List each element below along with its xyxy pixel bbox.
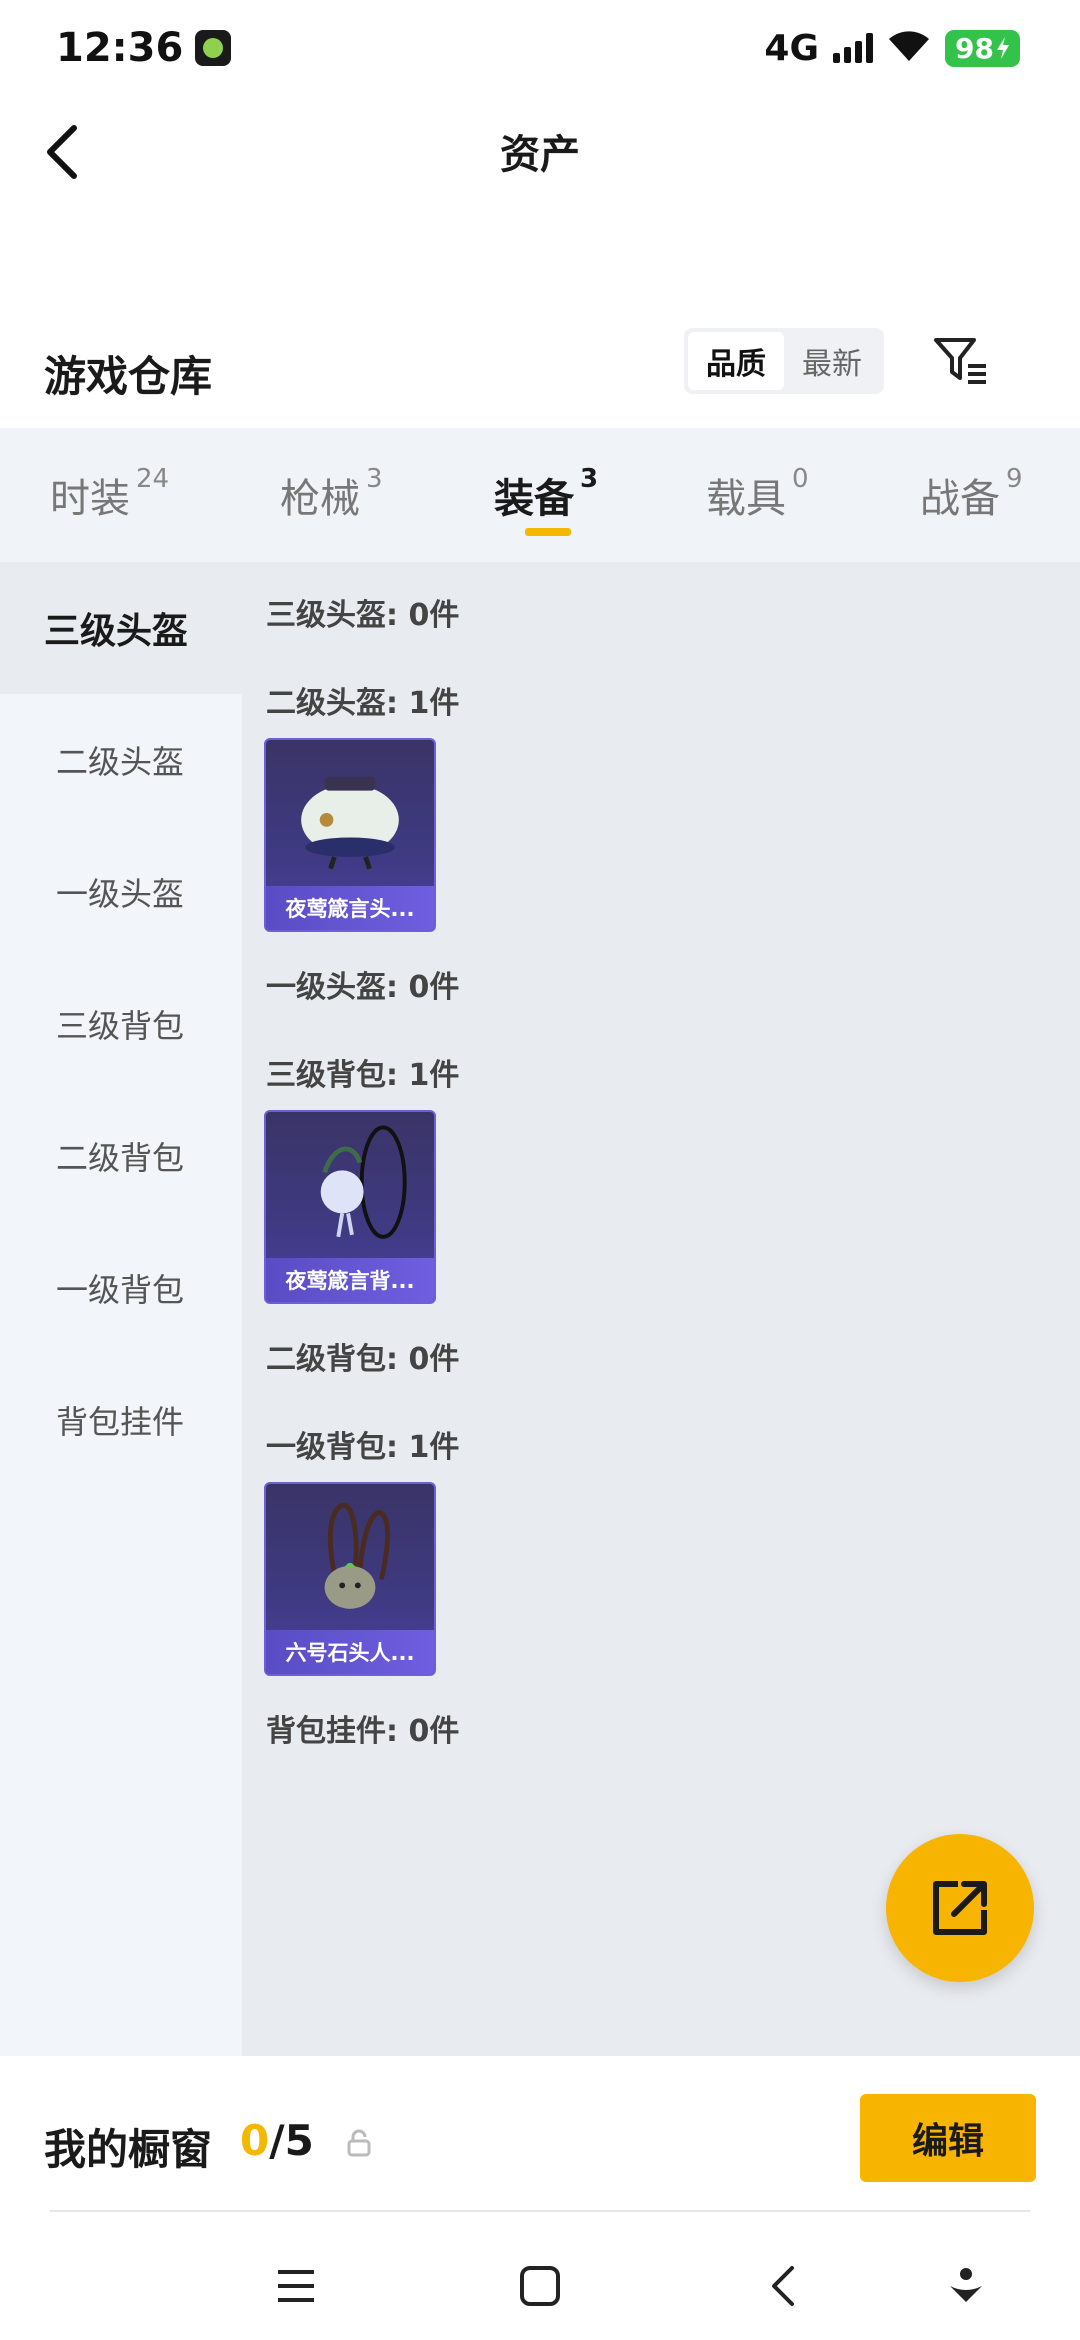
showcase-panel: 我的橱窗 0/5 编辑 — [0, 2056, 1080, 2340]
lock-icon — [347, 2129, 371, 2157]
helmet-item-icon — [301, 776, 399, 870]
warehouse-title: 游戏仓库 — [44, 351, 213, 401]
page-title: 资产 — [500, 132, 580, 178]
divider — [50, 2210, 1030, 2212]
sidebar-item-backpack-charm[interactable]: 背包挂件 — [0, 1354, 242, 1486]
section-label: 二级头盔: 1件 — [266, 686, 460, 721]
tab-fashion[interactable]: 时装 24 — [50, 464, 170, 524]
showcase-title: 我的橱窗 — [44, 2125, 213, 2174]
item-card[interactable]: 夜莺箴言背... — [264, 1110, 436, 1304]
home-nav-button[interactable] — [510, 2256, 570, 2316]
showcase-total: /5 — [269, 2116, 314, 2165]
app-notification-icon — [195, 30, 232, 66]
wifi-icon — [887, 29, 931, 67]
chevron-left-icon — [47, 125, 77, 179]
battery-level: 98 — [955, 31, 994, 65]
status-bar: 12:36 4G 98 — [0, 0, 1080, 96]
item-name: 夜莺箴言头... — [266, 886, 434, 930]
sidebar-item-level3-backpack[interactable]: 三级背包 — [0, 958, 242, 1090]
sidebar-item-level1-backpack[interactable]: 一级背包 — [0, 1222, 242, 1354]
item-name: 六号石头人... — [266, 1630, 434, 1674]
showcase-count: 0/5 — [240, 2116, 314, 2165]
section-label: 二级背包: 0件 — [266, 1342, 460, 1377]
menu-nav-button[interactable] — [266, 2256, 326, 2316]
tab-count: 0 — [792, 464, 809, 494]
sidebar-item-level2-backpack[interactable]: 二级背包 — [0, 1090, 242, 1222]
edit-button[interactable]: 编辑 — [860, 2094, 1036, 2182]
tab-label: 枪械 — [280, 476, 360, 522]
item-card[interactable]: 六号石头人... — [264, 1482, 436, 1676]
tab-count: 3 — [366, 464, 383, 494]
category-tabs: 时装 24 枪械 3 装备 3 载具 0 战备 9 — [0, 428, 1080, 562]
sort-quality-button[interactable]: 品质 — [688, 332, 784, 390]
tab-label: 时装 — [50, 476, 130, 522]
header: 资产 — [0, 96, 1080, 206]
external-link-icon — [933, 1881, 987, 1935]
backpack-item-icon — [320, 1125, 407, 1239]
item-card[interactable]: 夜莺箴言头... — [264, 738, 436, 932]
item-name: 夜莺箴言背... — [266, 1258, 434, 1302]
tab-firearms[interactable]: 枪械 3 — [280, 464, 383, 524]
chevron-left-icon — [772, 2266, 794, 2306]
tab-vehicles[interactable]: 载具 0 — [706, 464, 809, 524]
tab-label: 装备 — [494, 476, 574, 522]
back-nav-button[interactable] — [754, 2256, 814, 2316]
tab-count: 24 — [136, 464, 170, 494]
subcategory-sidebar: 三级头盔 二级头盔 一级头盔 三级背包 二级背包 一级背包 背包挂件 — [0, 562, 242, 2056]
tab-tactical[interactable]: 战备 9 — [920, 464, 1023, 524]
item-list: 三级头盔: 0件 二级头盔: 1件 夜莺箴言头... 一级头盔: 0件 三级背包… — [242, 562, 1080, 2056]
filter-icon — [934, 338, 986, 384]
back-button[interactable] — [40, 122, 90, 182]
section-label: 背包挂件: 0件 — [266, 1714, 460, 1749]
share-fab-button[interactable] — [886, 1834, 1034, 1982]
tab-count: 3 — [580, 464, 599, 494]
signal-icon — [833, 33, 874, 63]
network-type: 4G — [764, 27, 820, 69]
tab-count: 9 — [1006, 464, 1023, 494]
menu-icon — [278, 2270, 314, 2302]
system-nav-bar — [0, 2240, 1080, 2340]
section-label: 三级头盔: 0件 — [266, 598, 460, 633]
home-square-icon — [520, 2266, 560, 2306]
tab-label: 战备 — [920, 476, 1000, 522]
status-time: 12:36 — [56, 25, 184, 71]
backpack-item-icon — [324, 1502, 390, 1609]
section-label: 一级头盔: 0件 — [266, 970, 460, 1005]
warehouse-row: 游戏仓库 品质 最新 — [0, 318, 1080, 428]
sort-toggle: 品质 最新 — [684, 328, 884, 394]
sidebar-item-level2-helmet[interactable]: 二级头盔 — [0, 694, 242, 826]
showcase-row: 我的橱窗 0/5 编辑 — [0, 2084, 1080, 2194]
sidebar-item-level3-helmet[interactable]: 三级头盔 — [0, 562, 242, 694]
section-label: 一级背包: 1件 — [266, 1430, 460, 1465]
battery-icon: 98 — [945, 29, 1020, 67]
active-tab-indicator — [525, 528, 571, 536]
showcase-current: 0 — [240, 2116, 270, 2165]
sidebar-item-level1-helmet[interactable]: 一级头盔 — [0, 826, 242, 958]
assistant-nav-button[interactable] — [936, 2256, 996, 2316]
assistant-icon — [950, 2268, 982, 2302]
filter-button[interactable] — [930, 332, 990, 392]
tab-label: 载具 — [706, 476, 786, 522]
section-label: 三级背包: 1件 — [266, 1058, 460, 1093]
sort-newest-button[interactable]: 最新 — [784, 332, 880, 390]
tab-equipment[interactable]: 装备 3 — [494, 464, 599, 524]
